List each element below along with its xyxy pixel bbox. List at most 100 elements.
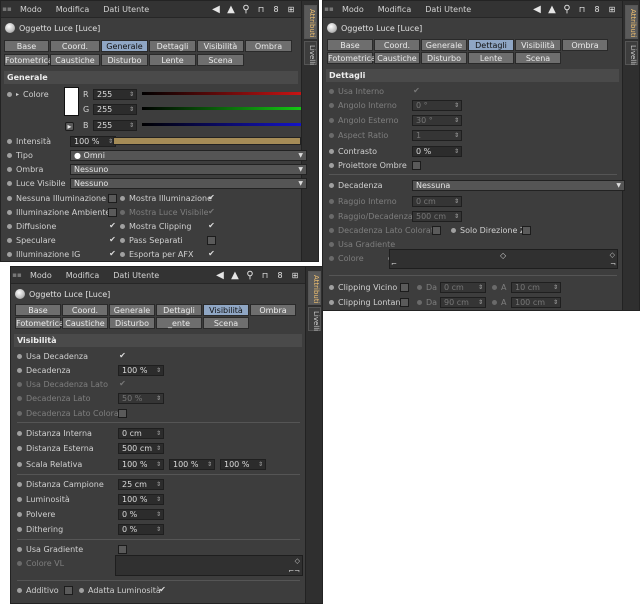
tab-generale[interactable]: Generale (109, 304, 155, 316)
gradient-knot-icon[interactable]: ◇ (500, 251, 506, 260)
distanza-campione-field[interactable]: 25 cm ⇕ (118, 478, 164, 490)
aspect-ratio-field[interactable]: 1 ⇕ (412, 129, 462, 141)
up-arrow-icon[interactable]: ▲ (226, 2, 236, 17)
up-arrow-icon[interactable]: ▲ (547, 2, 557, 17)
clipping-vicino-a-field[interactable]: 10 cm ⇕ (511, 281, 561, 293)
decadenza-lato-colorata-checkbox[interactable] (432, 225, 441, 235)
tab-visibilita[interactable]: Visibilità (197, 40, 244, 52)
side-tab-attributi[interactable]: Attributi (308, 271, 321, 305)
side-tab-livelli[interactable]: Livelli (625, 41, 638, 65)
tab-coord[interactable]: Coord. (62, 304, 108, 316)
tab-disturbo[interactable]: Disturbo (101, 54, 148, 66)
luminosita-field[interactable]: 100 % ⇕ (118, 493, 164, 505)
angolo-esterno-field[interactable]: 30 ° ⇕ (412, 114, 462, 126)
illum-ig-checkbox[interactable]: ✔ (108, 249, 117, 259)
intensita-field[interactable]: 100 % ⇕ (70, 135, 116, 147)
menu-modifica[interactable]: Modifica (59, 271, 106, 280)
tab-disturbo[interactable]: Disturbo (109, 317, 155, 329)
clipping-vicino-checkbox[interactable] (400, 282, 409, 292)
scala-z-field[interactable]: 100 % ⇕ (220, 458, 266, 470)
color-picker-toggle[interactable]: ▸ (65, 120, 74, 132)
link-icon[interactable]: 8 (592, 2, 602, 17)
clipping-lontano-checkbox[interactable] (400, 297, 409, 307)
menu-modo[interactable]: Modo (23, 271, 59, 280)
tab-lente[interactable]: Lente (468, 52, 514, 64)
intensita-slider[interactable] (113, 137, 301, 145)
contrasto-field[interactable]: 0 % ⇕ (412, 145, 462, 157)
mostra-clipping-checkbox[interactable]: ✔ (207, 221, 216, 231)
back-arrow-icon[interactable]: ◀ (532, 2, 542, 17)
side-tab-livelli[interactable]: Livelli (304, 41, 317, 65)
mostra-luce-vis-checkbox[interactable]: ✔ (207, 207, 216, 217)
dithering-field[interactable]: 0 % ⇕ (118, 523, 164, 535)
esporta-afx-checkbox[interactable]: ✔ (207, 249, 216, 259)
tab-base[interactable]: Base (327, 39, 373, 51)
tab-scena[interactable]: Scena (197, 54, 244, 66)
decadenza-dropdown[interactable]: Nessuna ▼ (412, 179, 625, 191)
proiettore-ombre-checkbox[interactable] (412, 160, 421, 170)
grip-icon[interactable]: ▪▪ (1, 1, 13, 18)
clipping-lontano-a-field[interactable]: 100 cm ⇕ (511, 296, 561, 308)
tab-dettagli[interactable]: Dettagli (468, 39, 514, 51)
decadenza-lato-field[interactable]: 50 % ⇕ (118, 392, 164, 404)
tab-dettagli[interactable]: Dettagli (149, 40, 196, 52)
nessuna-illum-checkbox[interactable] (108, 193, 117, 203)
tab-coord[interactable]: Coord. (374, 39, 420, 51)
new-panel-icon[interactable]: ⊞ (286, 2, 296, 17)
b-field[interactable]: 255 ⇕ (93, 119, 137, 131)
back-arrow-icon[interactable]: ◀ (211, 2, 221, 17)
lock-icon[interactable]: ⊓ (256, 2, 266, 17)
menu-modo[interactable]: Modo (335, 5, 371, 14)
tab-scena[interactable]: Scena (203, 317, 249, 329)
grip-icon[interactable]: ▪▪ (323, 1, 335, 18)
menu-dati-utente[interactable]: Dati Utente (418, 5, 478, 14)
scala-y-field[interactable]: 100 % ⇕ (169, 458, 215, 470)
tab-ombra[interactable]: Ombra (245, 40, 292, 52)
clipping-vicino-da-field[interactable]: 0 cm ⇕ (440, 281, 486, 293)
tab-generale[interactable]: Generale (421, 39, 467, 51)
speculare-checkbox[interactable]: ✔ (108, 235, 117, 245)
tab-fotometrica[interactable]: Fotometrica (327, 52, 376, 64)
up-arrow-icon[interactable]: ▲ (230, 268, 240, 283)
tab-visibilita[interactable]: Visibilità (515, 39, 561, 51)
new-panel-icon[interactable]: ⊞ (290, 268, 300, 283)
tab-visibilita[interactable]: Visibilità (203, 304, 249, 316)
tab-fotometrica[interactable]: Fotometrica (15, 317, 64, 329)
usa-interno-checkbox[interactable]: ✔ (412, 86, 421, 96)
menu-modifica[interactable]: Modifica (371, 5, 418, 14)
pass-separati-checkbox[interactable] (207, 235, 216, 245)
menu-dati-utente[interactable]: Dati Utente (96, 5, 156, 14)
tab-base[interactable]: Base (4, 40, 49, 52)
mostra-illum-checkbox[interactable]: ✔ (207, 193, 216, 203)
colore-gradient-bar[interactable]: ◇ ◇ ⌐ ¬ (389, 249, 618, 269)
tab-caustiche[interactable]: Caustiche (374, 52, 420, 64)
luce-visibile-dropdown[interactable]: Nessuno ▼ (70, 177, 307, 189)
scala-x-field[interactable]: 100 % ⇕ (118, 458, 164, 470)
color-swatch[interactable] (64, 87, 79, 116)
tab-lente[interactable]: _ente (156, 317, 202, 329)
colore-vl-gradient-bar[interactable]: ◇ ⌐¬ (115, 555, 303, 576)
tab-ombra[interactable]: Ombra (250, 304, 296, 316)
gradient-end-knot-icon[interactable]: ◇ (610, 251, 615, 259)
menu-modo[interactable]: Modo (13, 5, 49, 14)
gradient-knot-icon[interactable]: ◇ (295, 557, 300, 565)
solo-direzione-z-checkbox[interactable] (522, 225, 531, 235)
tipo-dropdown[interactable]: ● Omni ▼ (70, 149, 307, 161)
search-icon[interactable]: ⚲ (241, 2, 251, 17)
red-slider[interactable] (142, 92, 301, 95)
search-icon[interactable]: ⚲ (562, 2, 572, 17)
tab-caustiche[interactable]: Caustiche (62, 317, 108, 329)
new-panel-icon[interactable]: ⊞ (607, 2, 617, 17)
lock-icon[interactable]: ⊓ (577, 2, 587, 17)
r-field[interactable]: 255 ⇕ (93, 88, 137, 100)
tab-lente[interactable]: Lente (149, 54, 196, 66)
link-icon[interactable]: 8 (275, 268, 285, 283)
tab-ombra[interactable]: Ombra (562, 39, 608, 51)
tab-generale[interactable]: Generale (101, 40, 148, 52)
tab-scena[interactable]: Scena (515, 52, 561, 64)
usa-decadenza-lato-checkbox[interactable]: ✔ (118, 379, 127, 389)
diffusione-checkbox[interactable]: ✔ (108, 221, 117, 231)
decadenza-lato-colorata-checkbox[interactable] (118, 408, 127, 418)
illum-ambiente-checkbox[interactable] (108, 207, 117, 217)
grip-icon[interactable]: ▪▪ (11, 267, 23, 284)
